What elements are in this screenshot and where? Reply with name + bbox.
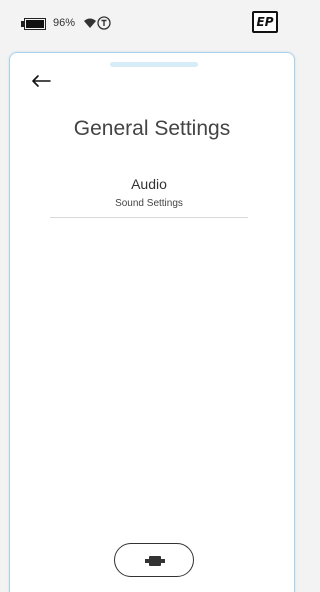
battery-percent: 96% <box>53 17 76 29</box>
menu-item-audio[interactable]: Audio Sound Settings <box>50 173 248 218</box>
page-title: General Settings <box>73 117 231 140</box>
battery-icon <box>24 18 46 30</box>
back-arrow-icon[interactable] <box>30 73 52 89</box>
menu-item-subtitle: Sound Settings <box>115 198 183 209</box>
settings-panel: General Settings Audio Sound Settings <box>9 52 295 592</box>
menu-item-title: Audio <box>131 176 167 192</box>
status-bar: 96% EP <box>0 0 298 48</box>
drag-handle[interactable] <box>110 62 198 67</box>
wifi-icon <box>84 18 96 28</box>
device-connect-button[interactable] <box>114 543 194 577</box>
transmitter-icon <box>97 16 111 30</box>
device-connect-icon <box>145 556 165 566</box>
brand-logo: EP <box>252 11 278 33</box>
battery-nub <box>21 21 24 27</box>
